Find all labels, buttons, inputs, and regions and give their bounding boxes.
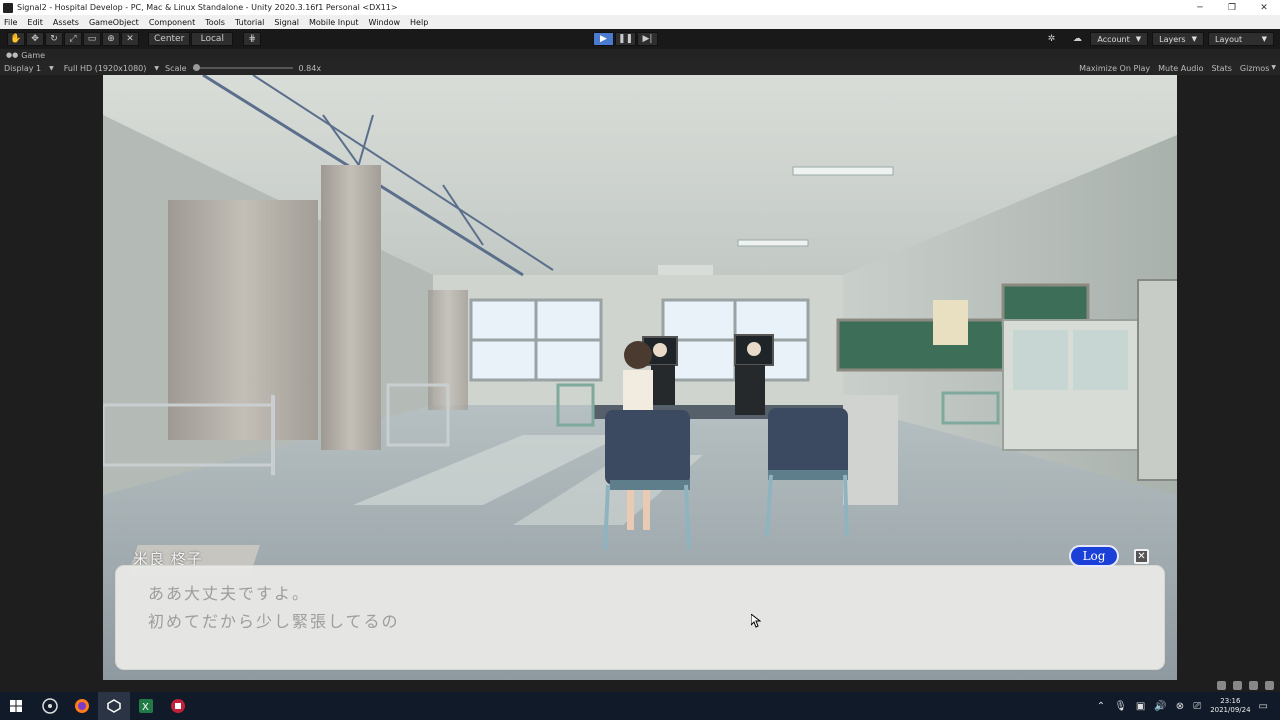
- pivot-center-toggle[interactable]: Center: [148, 32, 191, 46]
- menu-tutorial[interactable]: Tutorial: [235, 18, 264, 27]
- scale-tool-icon[interactable]: ⤢: [64, 32, 82, 46]
- menu-bar: File Edit Assets GameObject Component To…: [0, 15, 1280, 29]
- unity-icon: [3, 2, 13, 13]
- chevron-up-icon[interactable]: ⌃: [1097, 701, 1105, 712]
- close-window-button[interactable]: ✕: [1248, 3, 1280, 13]
- account-dropdown[interactable]: Account ▼: [1090, 32, 1149, 46]
- chevron-down-icon: ▼: [1135, 35, 1142, 43]
- menu-file[interactable]: File: [4, 18, 17, 27]
- mute-audio-toggle[interactable]: Mute Audio: [1158, 64, 1203, 73]
- resolution-dropdown[interactable]: Full HD (1920x1080): [64, 64, 147, 73]
- pause-button[interactable]: ❚❚: [615, 32, 636, 46]
- system-clock[interactable]: 23:16 2021/09/24: [1210, 697, 1250, 715]
- chevron-down-icon: ▼: [1271, 63, 1276, 71]
- menu-help[interactable]: Help: [410, 18, 428, 27]
- game-tab-bar: ●● Game: [0, 49, 1280, 61]
- maximize-on-play-toggle[interactable]: Maximize On Play: [1079, 64, 1150, 73]
- excel-icon[interactable]: X: [130, 692, 162, 720]
- windows-taskbar: X ⌃ 🎙 ▣ 🔊 ⊗ ⎚ 23:16 2021/09/24 ▭: [0, 692, 1280, 720]
- chevron-down-icon: ▼: [1261, 35, 1267, 43]
- notification-icon[interactable]: ▭: [1259, 701, 1268, 712]
- game-tab-icon: ●●: [6, 51, 19, 59]
- pivot-label: Center: [154, 34, 185, 44]
- svg-text:X: X: [142, 702, 149, 713]
- status-icon: [1217, 681, 1226, 690]
- keyboard-icon[interactable]: ⎚: [1193, 701, 1201, 712]
- log-button[interactable]: Log: [1069, 545, 1119, 567]
- collab-icon[interactable]: ✲: [1042, 32, 1060, 46]
- pivot-space-toggle[interactable]: Local: [191, 32, 234, 46]
- mouse-cursor-icon: [751, 614, 761, 628]
- menu-assets[interactable]: Assets: [53, 18, 79, 27]
- chevron-down-icon: ▼: [154, 64, 160, 72]
- microphone-icon[interactable]: 🎙: [1114, 701, 1127, 712]
- tab-game[interactable]: Game: [21, 51, 45, 60]
- status-strip: [0, 680, 1280, 692]
- status-icon: [1265, 681, 1274, 690]
- chevron-down-icon: ▼: [1191, 35, 1197, 43]
- chevron-down-icon: ▼: [49, 64, 54, 72]
- transform-tool-icon[interactable]: ⊕: [102, 32, 120, 46]
- dialogue-box[interactable]: ああ大丈夫ですよ。 初めてだから少し緊張してるの: [115, 565, 1165, 670]
- sync-icon[interactable]: ⊗: [1176, 701, 1184, 712]
- status-icon: [1233, 681, 1242, 690]
- account-label: Account: [1097, 34, 1130, 44]
- main-toolbar: ✋ ✥ ↻ ⤢ ▭ ⊕ ✕ Center Local ⋕ ▶ ❚❚ ▶| ✲ ☁…: [0, 29, 1280, 49]
- window-title: Signal2 - Hospital Develop - PC, Mac & L…: [17, 3, 398, 12]
- firefox-icon[interactable]: [66, 692, 98, 720]
- clock-date: 2021/09/24: [1210, 706, 1251, 714]
- rotate-tool-icon[interactable]: ↻: [45, 32, 63, 46]
- status-icon: [1249, 681, 1258, 690]
- clock-time: 23:16: [1220, 697, 1241, 705]
- grid-snap-icon[interactable]: ⋕: [243, 32, 262, 46]
- play-button[interactable]: ▶: [593, 32, 614, 46]
- cloud-icon[interactable]: ☁: [1068, 32, 1086, 46]
- close-dialog-button[interactable]: ✕: [1134, 549, 1149, 564]
- network-icon[interactable]: ▣: [1136, 701, 1145, 712]
- scale-value: 0.84x: [298, 63, 322, 73]
- layout-label: Layout: [1215, 34, 1243, 44]
- menu-tools[interactable]: Tools: [205, 18, 225, 27]
- stats-toggle[interactable]: Stats: [1211, 64, 1231, 73]
- layout-dropdown[interactable]: Layout ▼: [1208, 32, 1274, 46]
- menu-gameobject[interactable]: GameObject: [89, 18, 139, 27]
- volume-icon[interactable]: 🔊: [1154, 701, 1166, 712]
- display-dropdown[interactable]: Display 1: [4, 64, 41, 73]
- game-viewport[interactable]: 米良 柊子 ああ大丈夫ですよ。 初めてだから少し緊張してるの Log ✕: [103, 75, 1177, 680]
- rect-tool-icon[interactable]: ▭: [83, 32, 101, 46]
- app-icon[interactable]: [162, 692, 194, 720]
- system-tray: ⌃ 🎙 ▣ 🔊 ⊗ ⎚ 23:16 2021/09/24 ▭: [1097, 692, 1280, 720]
- space-label: Local: [200, 34, 224, 44]
- scale-label: Scale: [165, 63, 187, 73]
- layers-label: Layers: [1159, 34, 1186, 44]
- layers-dropdown[interactable]: Layers ▼: [1152, 32, 1204, 46]
- windows-start-icon[interactable]: [0, 692, 32, 720]
- menu-mobile-input[interactable]: Mobile Input: [309, 18, 359, 27]
- menu-signal[interactable]: Signal: [274, 18, 299, 27]
- menu-edit[interactable]: Edit: [27, 18, 43, 27]
- menu-window[interactable]: Window: [368, 18, 400, 27]
- scale-slider-thumb[interactable]: [192, 64, 200, 71]
- scale-slider[interactable]: [192, 64, 293, 71]
- menu-component[interactable]: Component: [149, 18, 195, 27]
- hand-tool-icon[interactable]: ✋: [7, 32, 25, 46]
- gizmos-dropdown[interactable]: Gizmos: [1240, 64, 1269, 73]
- window-titlebar: Signal2 - Hospital Develop - PC, Mac & L…: [0, 0, 1280, 15]
- obs-icon[interactable]: [34, 692, 66, 720]
- dialogue-line-2: 初めてだから少し緊張してるの: [148, 612, 400, 631]
- move-tool-icon[interactable]: ✥: [26, 32, 44, 46]
- dialogue-line-1: ああ大丈夫ですよ。: [148, 584, 311, 603]
- maximize-button[interactable]: ❐: [1216, 3, 1248, 13]
- unity-taskbar-icon[interactable]: [98, 692, 130, 720]
- custom-tool-icon[interactable]: ✕: [121, 32, 139, 46]
- step-button[interactable]: ▶|: [637, 32, 658, 46]
- game-view-toolbar: Display 1 ▼ Full HD (1920x1080) ▼ Scale …: [0, 61, 1280, 75]
- minimize-button[interactable]: ─: [1184, 3, 1216, 13]
